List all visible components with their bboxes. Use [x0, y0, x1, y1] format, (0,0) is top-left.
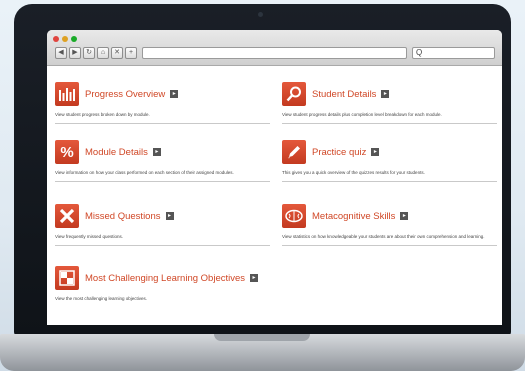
card-header[interactable]: Missed Questions ▸: [55, 204, 270, 228]
card-header[interactable]: Student Details ▸: [282, 82, 497, 106]
card-title[interactable]: Missed Questions: [85, 211, 161, 222]
card-module-details: % Module Details ▸ View information on h…: [55, 140, 270, 182]
card-title[interactable]: Student Details: [312, 89, 376, 100]
card-title[interactable]: Progress Overview: [85, 89, 165, 100]
add-tab-button[interactable]: +: [125, 47, 137, 59]
dashboard-content: Progress Overview ▸ View student progres…: [47, 67, 502, 325]
forward-button[interactable]: ▶: [69, 47, 81, 59]
arrow-right-icon[interactable]: ▸: [165, 212, 174, 220]
card-title[interactable]: Module Details: [85, 147, 148, 158]
arrow-right-icon[interactable]: ▸: [152, 148, 161, 156]
reload-button[interactable]: ↻: [83, 47, 95, 59]
divider: [282, 123, 497, 124]
x-mark-icon: [55, 204, 79, 228]
card-description: View information on how your class perfo…: [55, 170, 234, 175]
card-header[interactable]: Practice quiz ▸: [282, 140, 497, 164]
arrow-right-icon[interactable]: ▸: [250, 274, 259, 282]
pencil-icon: [282, 140, 306, 164]
card-title[interactable]: Practice quiz: [312, 147, 366, 158]
webcam: [258, 12, 263, 17]
bar-chart-icon: [55, 82, 79, 106]
card-description: View statistics on how knowledgeable you…: [282, 234, 485, 239]
card-most-challenging-objectives: Most Challenging Learning Objectives ▸ V…: [55, 266, 270, 302]
card-metacognitive-skills: Metacognitive Skills ▸ View statistics o…: [282, 204, 497, 246]
brain-icon: [282, 204, 306, 228]
window-controls: [53, 36, 77, 42]
card-description: View frequently missed questions.: [55, 234, 123, 239]
divider: [282, 245, 497, 246]
card-description: View student progress broken down by mod…: [55, 112, 150, 117]
nav-buttons: ◀ ▶ ↻ ⌂ ✕ +: [55, 47, 137, 59]
browser-toolbar: ◀ ▶ ↻ ⌂ ✕ + Q: [47, 30, 502, 66]
laptop-frame: ◀ ▶ ↻ ⌂ ✕ + Q Progress Overview ▸ View s…: [14, 4, 511, 336]
home-button[interactable]: ⌂: [97, 47, 109, 59]
card-description: View the most challenging learning objec…: [55, 296, 147, 301]
card-progress-overview: Progress Overview ▸ View student progres…: [55, 82, 270, 124]
divider: [55, 123, 270, 124]
arrow-right-icon[interactable]: ▸: [371, 148, 380, 156]
close-window-icon[interactable]: [53, 36, 59, 42]
browser-window: ◀ ▶ ↻ ⌂ ✕ + Q Progress Overview ▸ View s…: [47, 30, 502, 325]
arrow-right-icon[interactable]: ▸: [400, 212, 409, 220]
percent-icon: %: [55, 140, 79, 164]
card-missed-questions: Missed Questions ▸ View frequently misse…: [55, 204, 270, 246]
card-title[interactable]: Most Challenging Learning Objectives: [85, 273, 245, 284]
magnifier-icon: [282, 82, 306, 106]
card-description: View student progress details plus compl…: [282, 112, 442, 117]
card-title[interactable]: Metacognitive Skills: [312, 211, 395, 222]
card-student-details: Student Details ▸ View student progress …: [282, 82, 497, 124]
address-bar[interactable]: [142, 47, 407, 59]
zoom-window-icon[interactable]: [71, 36, 77, 42]
stop-button[interactable]: ✕: [111, 47, 123, 59]
arrow-right-icon[interactable]: ▸: [381, 90, 390, 98]
grid-icon: [55, 266, 79, 290]
laptop-base: [0, 334, 525, 371]
search-input[interactable]: Q: [412, 47, 495, 59]
divider: [55, 181, 270, 182]
arrow-right-icon[interactable]: ▸: [170, 90, 179, 98]
card-header[interactable]: Metacognitive Skills ▸: [282, 204, 497, 228]
card-header[interactable]: Progress Overview ▸: [55, 82, 270, 106]
card-practice-quiz: Practice quiz ▸ This gives you a quick o…: [282, 140, 497, 182]
card-description: This gives you a quick overview of the q…: [282, 170, 425, 175]
search-icon: Q: [416, 48, 423, 57]
minimize-window-icon[interactable]: [62, 36, 68, 42]
divider: [55, 245, 270, 246]
laptop-notch: [214, 334, 310, 341]
back-button[interactable]: ◀: [55, 47, 67, 59]
divider: [282, 181, 497, 182]
card-header[interactable]: % Module Details ▸: [55, 140, 270, 164]
card-header[interactable]: Most Challenging Learning Objectives ▸: [55, 266, 270, 290]
